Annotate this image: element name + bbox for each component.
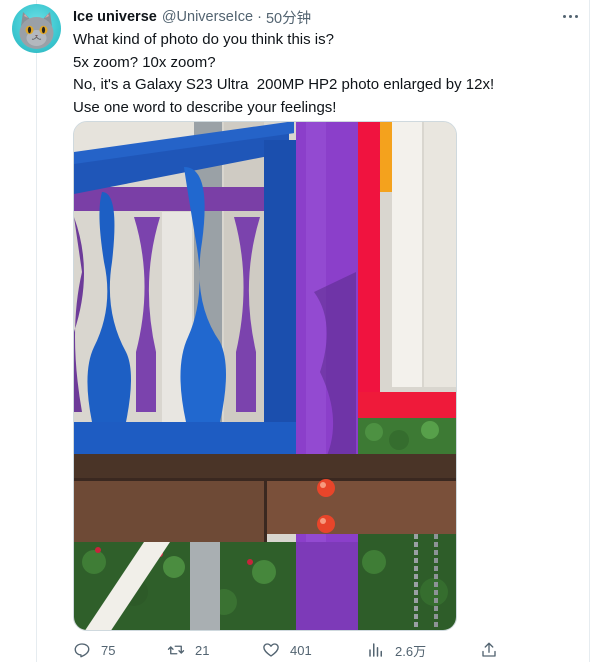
tweet-text-line: No, it's a Galaxy S23 Ultra 200MP HP2 ph…: [73, 76, 495, 93]
retweet-icon: [167, 645, 185, 655]
retweet-count: 21: [195, 642, 210, 658]
author-handle[interactable]: @UniverseIce: [162, 9, 253, 25]
reply-button[interactable]: 75: [73, 640, 115, 660]
more-icon[interactable]: [559, 6, 581, 26]
tweet[interactable]: Ice universe @UniverseIce · 50分钟 What ki…: [0, 0, 591, 662]
like-icon: [263, 643, 279, 657]
tweet-photo[interactable]: [73, 121, 457, 631]
like-count: 401: [290, 642, 312, 658]
views-button[interactable]: 2.6万: [367, 640, 426, 660]
tweet-text-line: What kind of photo do you think this is?: [73, 31, 334, 48]
retweet-button[interactable]: 21: [167, 640, 209, 660]
reply-icon: [74, 643, 90, 658]
tweet-actions: 75 21 401 2.6万: [73, 640, 573, 662]
tweet-timestamp[interactable]: 50分钟: [266, 7, 311, 28]
header-separator: ·: [257, 9, 262, 25]
like-button[interactable]: 401: [262, 640, 312, 660]
playground-photo: [74, 122, 456, 630]
views-icon: [369, 643, 382, 657]
cat-avatar-icon: [19, 12, 54, 49]
tweet-text-line: 5x zoom? 10x zoom?: [73, 53, 216, 71]
share-button[interactable]: [480, 640, 498, 660]
author-avatar[interactable]: [12, 4, 61, 53]
reply-count: 75: [101, 642, 116, 658]
author-display-name[interactable]: Ice universe: [73, 9, 157, 25]
tweet-text-line: Use one word to describe your feelings!: [73, 98, 337, 116]
views-count: 2.6万: [395, 643, 427, 659]
share-icon: [482, 642, 496, 657]
tweet-header: Ice universe @UniverseIce · 50分钟: [73, 7, 311, 27]
tweet-text: What kind of photo do you think this is?…: [73, 29, 573, 119]
